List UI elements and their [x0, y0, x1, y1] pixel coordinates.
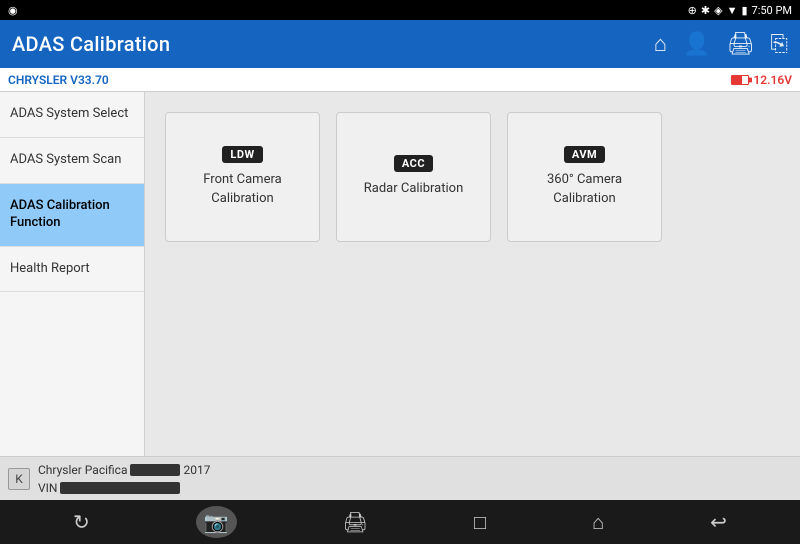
vehicle-year: 2017	[183, 463, 210, 477]
sidebar-item-adas-system-scan[interactable]: ADAS System Scan	[0, 138, 144, 184]
cards-row: LDW Front CameraCalibration ACC Radar Ca…	[165, 112, 780, 242]
vehicle-name-row: Chrysler Pacifica 2017	[38, 461, 210, 479]
vehicle-info: Chrysler Pacifica 2017 VIN	[38, 461, 210, 497]
status-bar-left: ◉	[8, 4, 18, 17]
bottom-info-bar: K Chrysler Pacifica 2017 VIN	[0, 456, 800, 500]
vehicle-version: CHRYSLER V33.70	[8, 73, 109, 87]
expand-button[interactable]: K	[8, 468, 30, 490]
battery-fill	[732, 76, 742, 84]
sidebar-item-adas-calibration-function[interactable]: ADAS Calibration Function	[0, 184, 144, 247]
battery-info: 12.16V	[731, 73, 792, 87]
print-icon[interactable]: 🖨	[726, 32, 754, 57]
card-label-radar: Radar Calibration	[364, 180, 464, 198]
card-360-camera[interactable]: AVM 360° CameraCalibration	[507, 112, 662, 242]
gps-icon: ⊕	[688, 4, 697, 17]
battery-body-icon	[731, 75, 749, 85]
main-layout: ADAS System Select ADAS System Scan ADAS…	[0, 92, 800, 456]
voltage-display: 12.16V	[753, 73, 792, 87]
nav-back-icon[interactable]: ↩	[710, 510, 727, 534]
sidebar: ADAS System Select ADAS System Scan ADAS…	[0, 92, 145, 456]
sidebar-item-health-report[interactable]: Health Report	[0, 247, 144, 293]
user-icon[interactable]: 👤	[683, 32, 710, 57]
card-front-camera[interactable]: LDW Front CameraCalibration	[165, 112, 320, 242]
status-bar-right: ⊕ ✱ ◈ ▼ ▮ 7:50 PM	[688, 4, 792, 17]
card-label-360-camera: 360° CameraCalibration	[547, 171, 622, 207]
status-bar: ◉ ⊕ ✱ ◈ ▼ ▮ 7:50 PM	[0, 0, 800, 20]
bluetooth-icon: ✱	[701, 4, 710, 17]
nav-camera-icon[interactable]: 📷	[196, 506, 237, 538]
nav-bar: ↻ 📷 🖨 □ ⌂ ↩	[0, 500, 800, 544]
nav-refresh-icon[interactable]: ↻	[73, 510, 90, 534]
card-radar[interactable]: ACC Radar Calibration	[336, 112, 491, 242]
sidebar-item-adas-system-select[interactable]: ADAS System Select	[0, 92, 144, 138]
export-icon[interactable]: ⎘	[770, 32, 788, 57]
app-header: ADAS Calibration ⌂ 👤 🖨 ⎘	[0, 20, 800, 68]
content-area: LDW Front CameraCalibration ACC Radar Ca…	[145, 92, 800, 456]
nav-print-icon[interactable]: 🖨	[343, 510, 368, 534]
nav-home-icon[interactable]: ⌂	[592, 510, 604, 535]
battery-icon: ▮	[741, 4, 747, 17]
vehicle-name: Chrysler Pacifica	[38, 463, 127, 477]
vin-row: VIN	[38, 479, 210, 497]
signal-icon: ◈	[714, 4, 722, 17]
header-icon-group: ⌂ 👤 🖨 ⎘	[654, 31, 788, 57]
badge-avm: AVM	[564, 146, 605, 163]
year-redacted	[130, 464, 180, 476]
vin-redacted	[60, 482, 180, 494]
badge-ldw: LDW	[222, 146, 262, 163]
nav-square-icon[interactable]: □	[474, 510, 486, 535]
wifi-icon: ▼	[727, 4, 738, 17]
sub-header: CHRYSLER V33.70 12.16V	[0, 68, 800, 92]
card-label-front-camera: Front CameraCalibration	[203, 171, 281, 207]
status-icon: ◉	[8, 4, 18, 17]
time-display: 7:50 PM	[752, 4, 792, 17]
badge-acc: ACC	[394, 155, 433, 172]
home-icon[interactable]: ⌂	[654, 31, 667, 57]
vin-label: VIN	[38, 481, 57, 495]
app-title: ADAS Calibration	[12, 32, 170, 56]
